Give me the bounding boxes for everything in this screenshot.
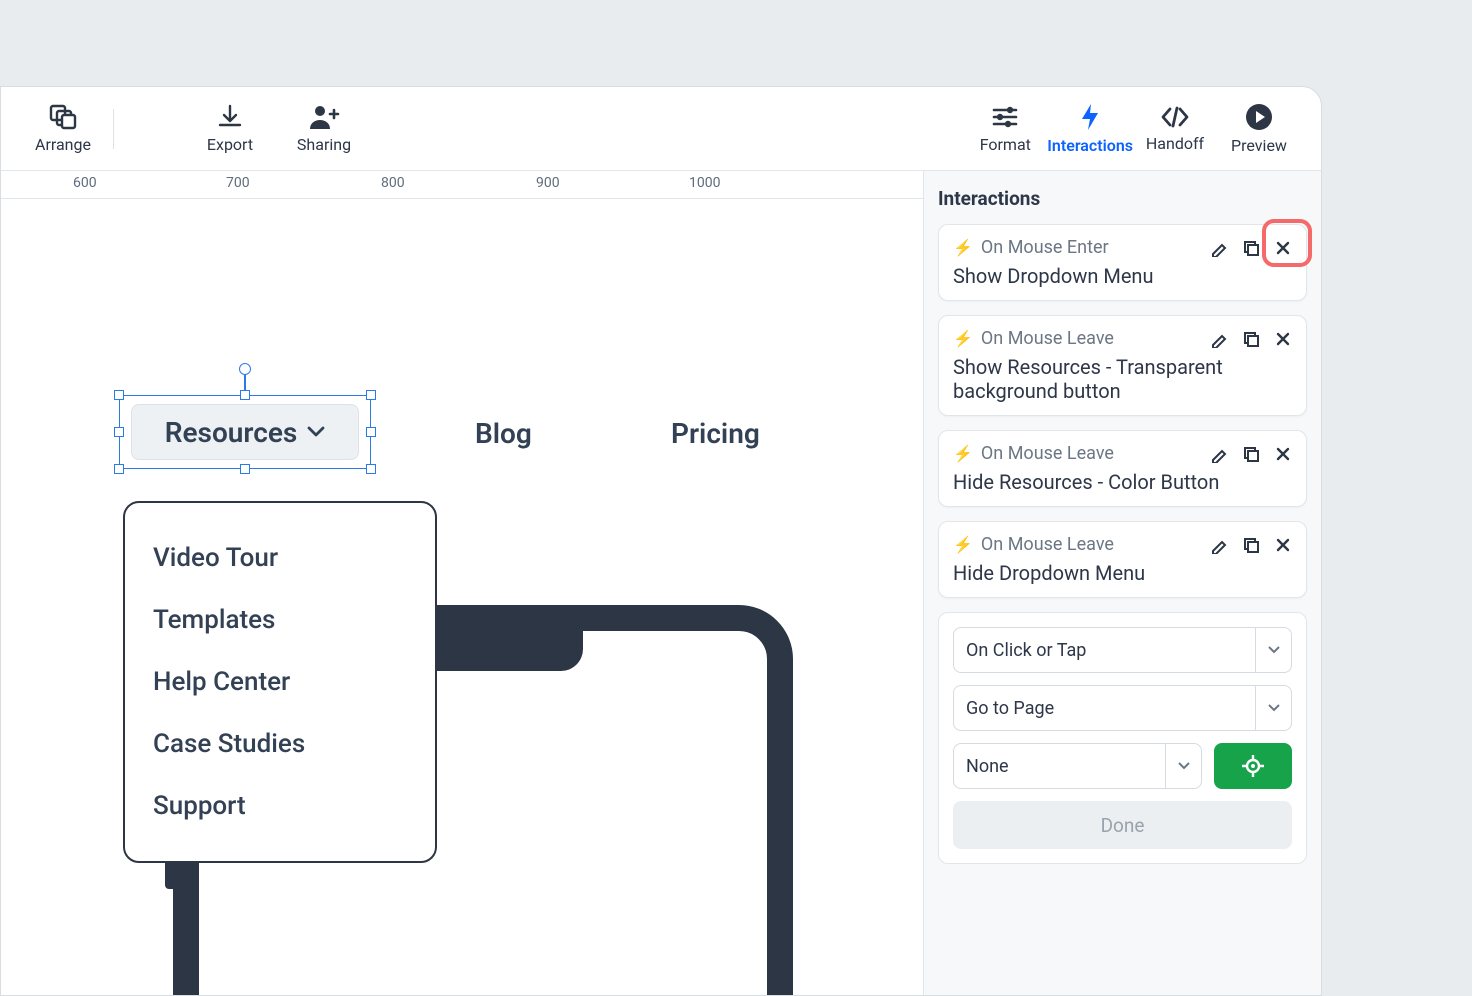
interactions-panel: Interactions ⚡ On Mouse Enter Show Dropd… (923, 171, 1321, 995)
preview-icon (1244, 102, 1274, 132)
trigger-select[interactable]: On Click or Tap (953, 627, 1292, 673)
arrange-button[interactable]: Arrange (21, 103, 105, 154)
edit-icon[interactable] (1210, 239, 1228, 257)
menu-item[interactable]: Support (153, 775, 407, 837)
edit-icon[interactable] (1210, 330, 1228, 348)
pick-target-button[interactable] (1214, 743, 1292, 789)
trigger-label: On Mouse Enter (981, 237, 1109, 258)
menu-item[interactable]: Templates (153, 589, 407, 651)
export-icon (216, 103, 244, 131)
resize-handle[interactable] (366, 390, 376, 400)
close-icon[interactable] (1274, 536, 1292, 554)
app-window: Arrange Export Sharing Format Inte (0, 86, 1322, 996)
sharing-icon (308, 103, 340, 131)
interaction-desc: Show Resources - Transparent background … (953, 355, 1292, 403)
interaction-desc: Hide Dropdown Menu (953, 561, 1292, 585)
done-label: Done (1101, 814, 1145, 837)
close-icon[interactable] (1274, 445, 1292, 463)
chevron-down-icon (1255, 628, 1291, 672)
ruler-mark: 900 (536, 175, 560, 191)
handoff-button[interactable]: Handoff (1133, 104, 1217, 153)
handoff-label: Handoff (1146, 134, 1204, 153)
arrange-icon (48, 103, 78, 131)
bolt-icon: ⚡ (953, 238, 973, 257)
chevron-down-icon (1255, 686, 1291, 730)
interactions-button[interactable]: Interactions (1047, 102, 1133, 155)
ruler-mark: 1000 (689, 175, 720, 191)
interaction-desc: Show Dropdown Menu (953, 264, 1292, 288)
duplicate-icon[interactable] (1242, 445, 1260, 463)
handoff-icon (1159, 104, 1191, 130)
target-select[interactable]: None (953, 743, 1202, 789)
menu-item[interactable]: Help Center (153, 651, 407, 713)
done-button[interactable]: Done (953, 801, 1292, 849)
resize-handle[interactable] (114, 427, 124, 437)
resize-handle[interactable] (114, 390, 124, 400)
interaction-card[interactable]: ⚡ On Mouse Leave Hide Dropdown Menu (938, 521, 1307, 598)
crosshair-icon (1240, 753, 1266, 779)
duplicate-icon[interactable] (1242, 536, 1260, 554)
toolbar: Arrange Export Sharing Format Inte (1, 87, 1321, 171)
menu-item[interactable]: Case Studies (153, 713, 407, 775)
format-button[interactable]: Format (963, 103, 1047, 154)
bolt-icon: ⚡ (953, 535, 973, 554)
edit-icon[interactable] (1210, 445, 1228, 463)
bolt-icon: ⚡ (953, 444, 973, 463)
sharing-label: Sharing (297, 135, 351, 154)
format-icon (990, 103, 1020, 131)
ruler-mark: 800 (381, 175, 405, 191)
target-select-value: None (966, 756, 1009, 777)
link-dot[interactable] (239, 363, 251, 375)
trigger-label: On Mouse Leave (981, 534, 1114, 555)
action-select-value: Go to Page (966, 698, 1054, 719)
interactions-icon (1078, 102, 1102, 132)
canvas[interactable]: Resources Blog Pricing Video Tour Templa… (1, 199, 923, 995)
panel-title: Interactions (938, 187, 1307, 210)
resize-handle[interactable] (240, 390, 250, 400)
resize-handle[interactable] (240, 464, 250, 474)
toolbar-divider (113, 109, 114, 149)
export-label: Export (207, 135, 253, 154)
interaction-desc: Hide Resources - Color Button (953, 470, 1292, 494)
resize-handle[interactable] (366, 427, 376, 437)
export-button[interactable]: Export (188, 103, 272, 154)
edit-icon[interactable] (1210, 536, 1228, 554)
format-label: Format (980, 135, 1031, 154)
resize-handle[interactable] (366, 464, 376, 474)
duplicate-icon[interactable] (1242, 239, 1260, 257)
arrange-label: Arrange (35, 135, 91, 154)
interaction-card[interactable]: ⚡ On Mouse Leave Hide Resources - Color … (938, 430, 1307, 507)
nav-pricing[interactable]: Pricing (671, 417, 760, 450)
interactions-label: Interactions (1047, 136, 1133, 155)
menu-item[interactable]: Video Tour (153, 527, 407, 589)
selection-box (119, 395, 371, 469)
resize-handle[interactable] (114, 464, 124, 474)
interaction-card[interactable]: ⚡ On Mouse Leave Show Resources - Transp… (938, 315, 1307, 416)
close-icon[interactable] (1274, 239, 1292, 257)
dropdown-menu: Video Tour Templates Help Center Case St… (123, 501, 437, 863)
trigger-label: On Mouse Leave (981, 328, 1114, 349)
ruler-mark: 700 (226, 175, 250, 191)
preview-label: Preview (1231, 136, 1287, 155)
trigger-select-value: On Click or Tap (966, 640, 1086, 661)
bolt-icon: ⚡ (953, 329, 973, 348)
trigger-label: On Mouse Leave (981, 443, 1114, 464)
action-select[interactable]: Go to Page (953, 685, 1292, 731)
sharing-button[interactable]: Sharing (282, 103, 366, 154)
chevron-down-icon (1165, 744, 1201, 788)
add-interaction-form: On Click or Tap Go to Page None Done (938, 612, 1307, 864)
close-icon[interactable] (1274, 330, 1292, 348)
duplicate-icon[interactable] (1242, 330, 1260, 348)
ruler-mark: 600 (73, 175, 97, 191)
nav-blog[interactable]: Blog (475, 417, 532, 450)
interaction-card[interactable]: ⚡ On Mouse Enter Show Dropdown Menu (938, 224, 1307, 301)
preview-button[interactable]: Preview (1217, 102, 1301, 155)
